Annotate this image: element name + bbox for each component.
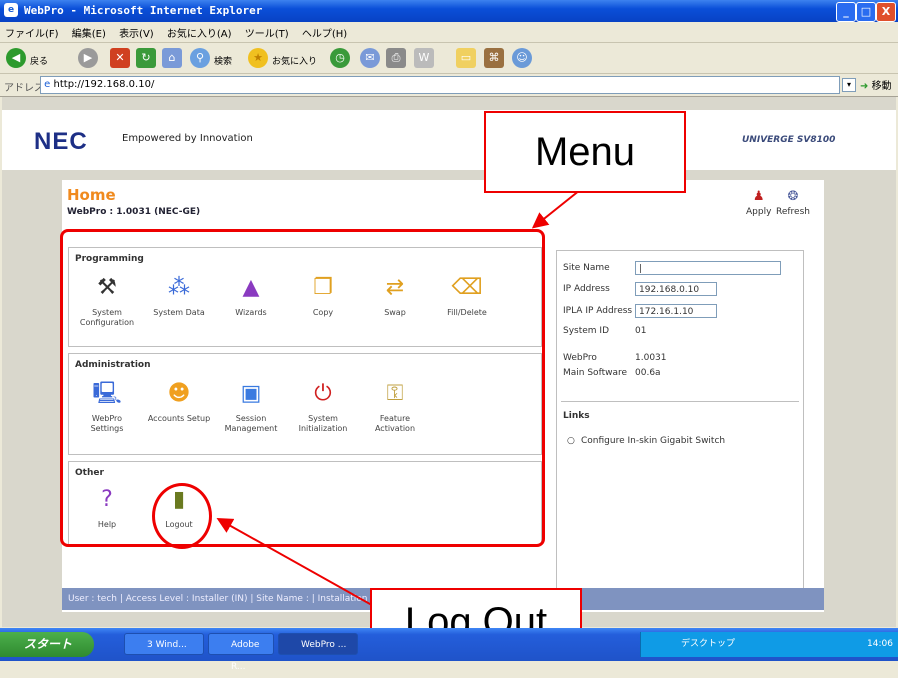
start-button[interactable]: スタート [0, 632, 94, 657]
menu-arrow [531, 189, 581, 229]
taskbar-item-webpro[interactable]: WebPro ... [278, 633, 358, 655]
menu-callout: Menu [484, 111, 686, 193]
system-tray: デスクトップ 14:06 [640, 632, 898, 657]
taskbar-item-adobe[interactable]: Adobe R... [208, 633, 274, 672]
clock: 14:06 [867, 639, 893, 649]
callout-arrows [216, 189, 581, 619]
taskbar-item-windows[interactable]: 3 Wind... [124, 633, 204, 655]
logout-arrow [216, 518, 396, 619]
tray-text[interactable]: デスクトップ [681, 632, 735, 657]
